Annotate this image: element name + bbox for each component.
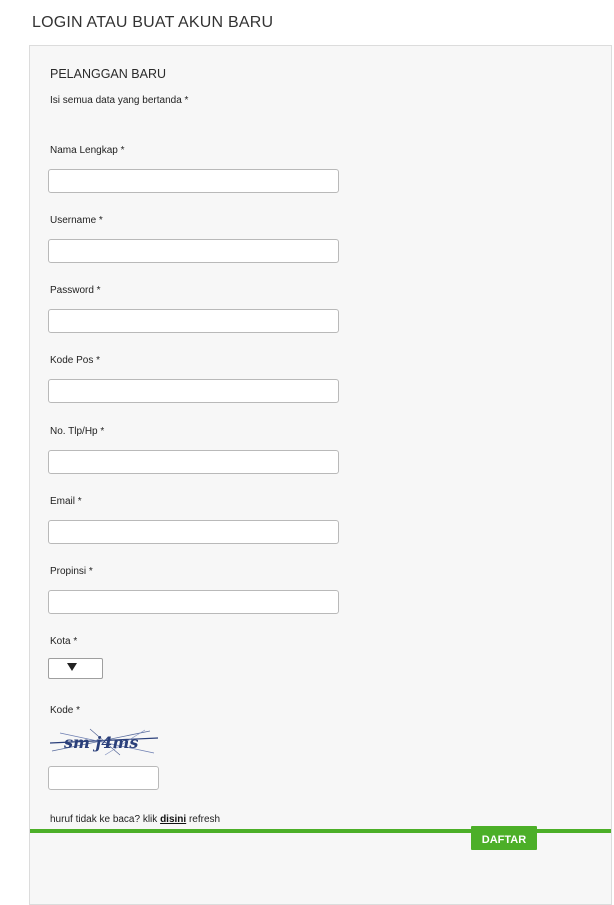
phone-label: No. Tlp/Hp * — [50, 426, 105, 437]
new-customer-panel: PELANGGAN BARU Isi semua data yang berta… — [29, 45, 612, 905]
password-label: Password * — [50, 285, 101, 296]
full-name-input[interactable] — [48, 169, 339, 193]
province-input[interactable] — [48, 590, 339, 614]
full-name-label: Nama Lengkap * — [50, 145, 125, 156]
username-label: Username * — [50, 215, 103, 226]
captcha-label: Kode * — [50, 705, 81, 716]
city-label: Kota * — [50, 636, 78, 647]
required-note: Isi semua data yang bertanda * — [50, 95, 189, 106]
province-label: Propinsi * — [50, 566, 93, 577]
chevron-down-icon — [67, 663, 77, 671]
username-input[interactable] — [48, 239, 339, 263]
form-title: PELANGGAN BARU — [50, 67, 167, 81]
page-title: LOGIN ATAU BUAT AKUN BARU — [32, 14, 274, 31]
postal-code-label: Kode Pos * — [50, 355, 101, 366]
captcha-text: sm j4ms — [63, 733, 138, 752]
captcha-image: sm j4ms — [50, 728, 158, 756]
register-button[interactable]: DAFTAR — [471, 826, 537, 850]
city-select[interactable] — [48, 658, 103, 679]
email-input[interactable] — [48, 520, 339, 544]
refresh-captcha-link[interactable]: disini — [160, 814, 186, 825]
captcha-refresh-hint: huruf tidak ke baca? klik disini refresh — [50, 814, 220, 825]
password-input[interactable] — [48, 309, 339, 333]
captcha-input[interactable] — [48, 766, 159, 790]
email-label: Email * — [50, 496, 82, 507]
postal-code-input[interactable] — [48, 379, 339, 403]
refresh-prefix-text: huruf tidak ke baca? klik — [50, 814, 161, 825]
phone-input[interactable] — [48, 450, 339, 474]
refresh-suffix-text: refresh — [186, 814, 221, 825]
